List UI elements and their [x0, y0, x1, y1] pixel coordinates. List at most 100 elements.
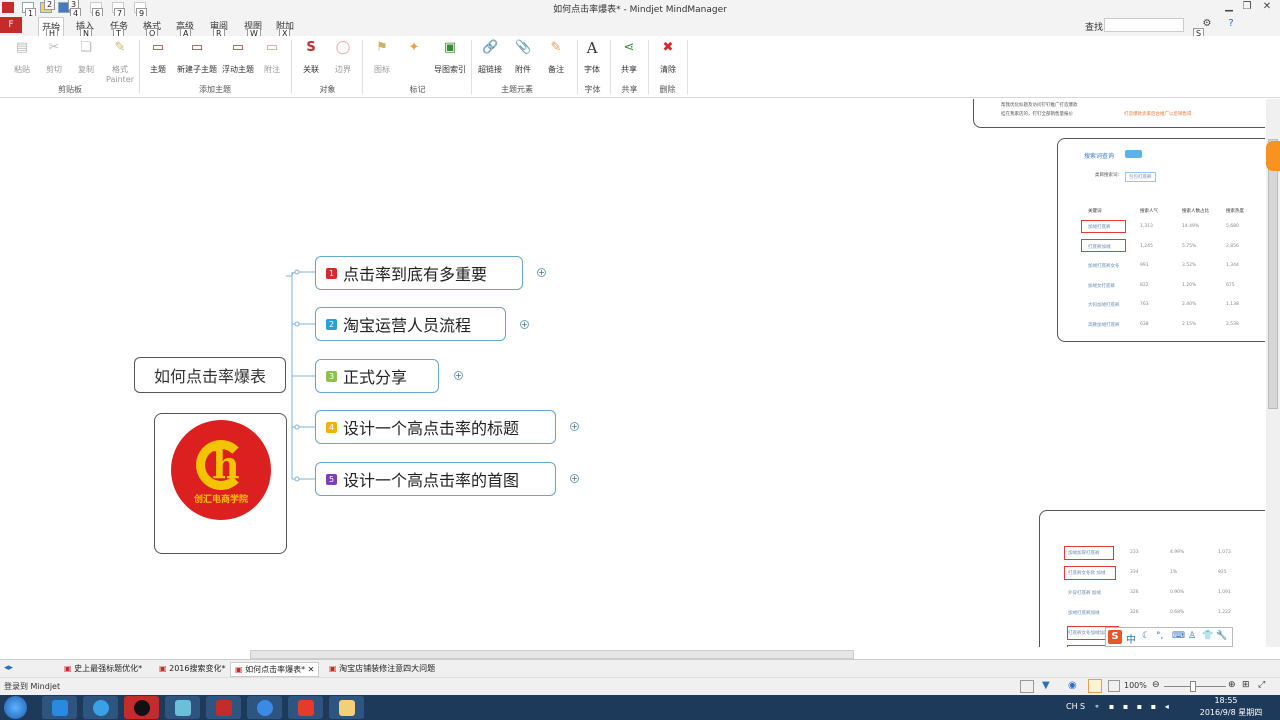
paste-icon: ▤ [15, 40, 29, 55]
chuanghui-logo-icon: h 创汇电商学院 [171, 420, 271, 520]
subtopic-button[interactable]: ▭ 新建子主题 [174, 40, 220, 75]
tab-nav-arrows-icon[interactable]: ◂▸ [4, 663, 13, 673]
focus-icon[interactable]: ◉ [1068, 680, 1077, 691]
maximize-button[interactable]: ❐ [1240, 1, 1254, 12]
start-button[interactable] [4, 696, 27, 719]
doc-tab-active[interactable]: ▣ 如何点击率爆表* ✕ [230, 662, 320, 677]
boundary-icon: ◯ [335, 40, 351, 55]
taskbar-app[interactable] [206, 696, 241, 719]
map-index-button[interactable]: ▣ 导图索引 [430, 40, 470, 75]
floating-topic-icon: ▭ [231, 40, 245, 55]
fit-map-icon[interactable]: ⊞ [1242, 680, 1250, 690]
doc-tab[interactable]: ▣ 2016搜索变化* [155, 662, 229, 675]
taskbar-app[interactable] [83, 696, 118, 719]
doc-tab[interactable]: ▣ 史上最强标题优化* [60, 662, 146, 675]
keyboard-icon[interactable]: ⌨ [1172, 631, 1185, 641]
scrollbar-thumb[interactable] [1268, 139, 1278, 409]
expand-button[interactable]: + [520, 320, 529, 329]
skin-icon[interactable]: 👕 [1202, 631, 1213, 641]
clock-time: 18:55 [1214, 696, 1238, 705]
language-indicator[interactable]: CH [1066, 702, 1078, 711]
screenshot-filter-value: 包包打底裤 [1125, 172, 1156, 182]
button-label: 关联 [303, 65, 319, 74]
document-tab-bar: ◂▸ ▣ 史上最强标题优化* ▣ 2016搜索变化* ▣ 如何点击率爆表* ✕ … [0, 659, 1280, 677]
callout-button[interactable]: ▭ 附注 [252, 40, 292, 75]
taskbar-app[interactable] [247, 696, 282, 719]
topic-button[interactable]: ▭ 主题 [138, 40, 178, 75]
side-tab-icon[interactable] [1266, 141, 1280, 171]
logo-image-topic[interactable]: h 创汇电商学院 [154, 413, 287, 554]
central-topic[interactable]: 如何点击率爆表 [134, 357, 286, 393]
wrench-icon[interactable]: 🔧 [1216, 631, 1227, 641]
screenshot-cell: 1,091 [1218, 590, 1231, 595]
user-icon[interactable]: ♙ [1188, 631, 1196, 641]
login-link[interactable]: 登录到 Mindjet [4, 681, 60, 692]
notes-button[interactable]: ✎ 备注 [536, 40, 576, 75]
zoom-slider-thumb[interactable] [1190, 681, 1196, 692]
clear-icon: ✖ [662, 40, 674, 55]
button-label: 字体 [584, 65, 600, 74]
map-view-icon[interactable] [1088, 679, 1102, 693]
button-label: 备注 [548, 65, 564, 74]
tray-icons[interactable]: S ⚬ ▪ ▪ ▪ ▪ ◂ [1080, 702, 1172, 711]
logo-text: 创汇电商学院 [193, 495, 248, 505]
taskbar-app[interactable] [124, 696, 159, 719]
priority-2-icon: 2 [326, 318, 337, 330]
screenshot-cell: 2.15% [1182, 321, 1197, 327]
doc-tab-label: 如何点击率爆表* [245, 665, 306, 674]
format-painter-button[interactable]: ✎ 格式 Painter [100, 40, 140, 84]
close-button[interactable]: ✕ [1260, 1, 1274, 12]
fullscreen-icon[interactable]: ⤢ [1258, 680, 1265, 690]
sogou-icon[interactable]: S [1108, 630, 1122, 644]
clear-button[interactable]: ✖ 清除 [648, 40, 688, 75]
close-tab-icon[interactable]: ✕ [305, 665, 315, 674]
minimize-button[interactable]: ▁ [1222, 1, 1236, 12]
subtopic-5[interactable]: 5 设计一个高点击率的首图 [315, 462, 556, 496]
layout-icon[interactable] [1020, 680, 1034, 693]
vertical-scrollbar[interactable] [1266, 99, 1280, 647]
help-icon[interactable]: ? [1224, 18, 1238, 29]
zoom-level: 100% [1124, 681, 1147, 690]
punctuation-icon[interactable]: °, [1156, 631, 1163, 641]
screenshot-cell: 2.40% [1182, 302, 1197, 307]
subtopic-1[interactable]: 1 点击率到底有多重要 [315, 256, 523, 290]
taskbar-app[interactable] [329, 696, 364, 719]
filter-icon[interactable]: ▼ [1042, 680, 1050, 691]
clock-date: 2016/9/8 星期四 [1199, 708, 1263, 717]
subtopic-label: 正式分享 [343, 368, 408, 387]
tab-file[interactable]: F [0, 17, 22, 33]
moon-icon[interactable]: ☾ [1142, 631, 1150, 641]
subtopic-label: 点击率到底有多重要 [343, 265, 488, 284]
taskbar-app[interactable] [288, 696, 323, 719]
pin-icon: ✦ [408, 40, 420, 55]
screenshot-cell: 2,538 [1226, 321, 1239, 327]
share-button[interactable]: ⋖ 共享 [609, 40, 649, 75]
zoom-in-icon[interactable]: ⊕ [1228, 680, 1236, 690]
scissors-icon: ✂ [48, 40, 60, 55]
subtopic-3[interactable]: 3 正式分享 [315, 359, 439, 393]
font-button[interactable]: A 字体 [572, 40, 612, 75]
doc-tab[interactable]: ▣ 淘宝店铺装修注意四大问题 [325, 662, 439, 675]
expand-button[interactable]: + [570, 474, 579, 483]
ribbon: ▤ 粘贴 ✂ 剪切 ❏ 复制 ✎ 格式 Painter 剪贴板 ▭ 主题 ▭ 新建子主题 ▭… [0, 36, 1280, 98]
expand-button[interactable]: + [537, 268, 546, 277]
map-canvas[interactable]: 如何点击率爆表 h 创汇电商学院 1 点击率到底有多重要 + 2 淘宝运营人员流… [0, 99, 1265, 647]
expand-button[interactable]: + [570, 422, 579, 431]
screenshot-topic-top[interactable]: 帮我优化标题及访问钉钉推广打造爆款 挂在我家店的，钉钉全部销售量报价 打造爆款卖… [973, 99, 1265, 128]
expand-button[interactable]: + [454, 371, 463, 380]
horizontal-scrollbar[interactable] [250, 650, 854, 659]
options-icon[interactable]: ⚙ [1200, 18, 1214, 29]
tag-button[interactable]: ✦ [394, 40, 434, 64]
ime-mode-label[interactable]: 中 [1126, 631, 1136, 646]
taskbar-app[interactable] [165, 696, 200, 719]
ime-toolbar[interactable]: S 中 ☾ °, ⌨ ♙ 👕 🔧 [1105, 627, 1233, 647]
taskbar-app[interactable] [42, 696, 77, 719]
subtopic-2[interactable]: 2 淘宝运营人员流程 [315, 307, 506, 341]
find-input[interactable] [1104, 18, 1184, 32]
subtopic-4[interactable]: 4 设计一个高点击率的标题 [315, 410, 556, 444]
outline-view-icon[interactable] [1108, 680, 1120, 692]
zoom-out-icon[interactable]: ⊖ [1152, 680, 1160, 690]
boundary-button[interactable]: ◯ 边界 [323, 40, 363, 75]
screenshot-topic-search[interactable]: 搜索词查询 类目搜索词: 包包打底裤 关键词 搜索人气 搜索人数占比 搜索热度 … [1057, 138, 1265, 342]
screenshot-filter-label: 类目搜索词: [1095, 173, 1120, 178]
